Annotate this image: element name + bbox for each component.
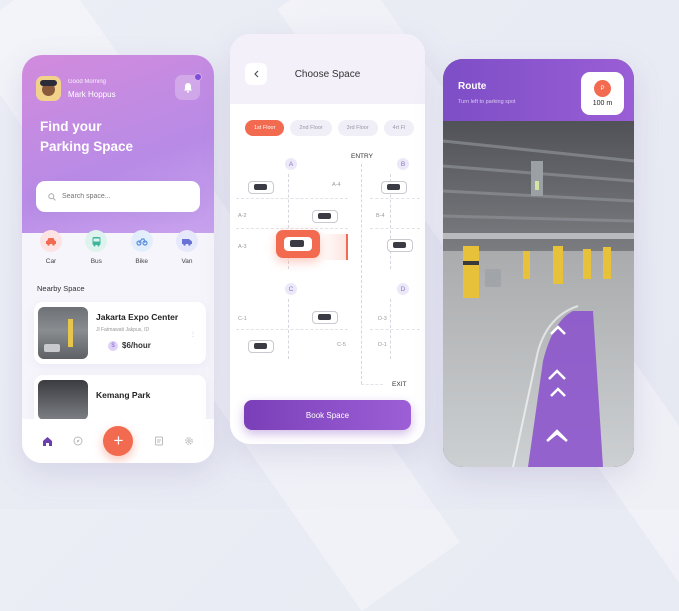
hero-title: Find your Parking Space <box>40 117 170 157</box>
category-list: Car Bus Bike Van <box>36 230 202 265</box>
arrow-up-icon <box>548 369 566 380</box>
category-van[interactable]: Van <box>172 230 202 265</box>
notification-dot <box>194 73 202 81</box>
avatar[interactable] <box>36 76 61 101</box>
floor-tabs: 1st Floor 2nd Floor 3rd Floor 4rt Fl <box>245 120 425 136</box>
category-label: Bike <box>135 258 148 265</box>
parked-car <box>312 311 338 324</box>
home-icon[interactable] <box>42 436 53 447</box>
tab-floor-4[interactable]: 4rt Fl <box>383 120 415 136</box>
place-address: Jl Fatmawati Jakpus, ID <box>96 327 150 333</box>
slot-label: C-1 <box>238 316 247 322</box>
parked-car <box>381 181 407 194</box>
place-name: Kemang Park <box>96 390 151 400</box>
slot-label: B-4 <box>376 213 385 219</box>
slot-divider <box>370 228 420 229</box>
price-icon: $ <box>108 341 118 351</box>
bus-icon <box>92 236 101 246</box>
category-bike[interactable]: Bike <box>127 230 157 265</box>
choose-space-screen: Choose Space 1st Floor 2nd Floor 3rd Flo… <box>230 34 425 444</box>
search-input[interactable] <box>62 193 182 200</box>
route-subtitle: Turn left to parking spot <box>458 99 516 105</box>
bottom-tab-bar: + <box>22 419 214 463</box>
car-icon <box>46 237 56 246</box>
slot-label: A-4 <box>332 182 341 188</box>
hero-line-1: Find your <box>40 119 102 134</box>
tab-floor-3[interactable]: 3rd Floor <box>337 120 378 136</box>
nearby-title: Nearby Space <box>37 284 85 293</box>
route-screen: Route Turn left to parking spot P 100 m <box>443 59 634 467</box>
category-label: Bus <box>90 258 102 265</box>
user-name: Mark Hoppus <box>68 90 116 99</box>
add-button[interactable]: + <box>103 426 134 456</box>
gear-icon[interactable] <box>184 436 194 446</box>
slot-label: D-1 <box>378 342 387 348</box>
route-line <box>361 164 362 384</box>
route-arrows <box>546 325 568 442</box>
entry-label: ENTRY <box>351 153 373 160</box>
page-title: Choose Space <box>294 69 361 80</box>
bell-icon <box>183 83 192 93</box>
distance-value: 100 m <box>592 100 613 107</box>
hero-line-2: Parking Space <box>40 139 134 154</box>
category-car[interactable]: Car <box>36 230 66 265</box>
more-icon[interactable]: ⋮ <box>190 331 196 338</box>
slot-divider <box>370 329 420 330</box>
tab-floor-1[interactable]: 1st Floor <box>245 120 285 136</box>
slot-label: D-3 <box>378 316 387 322</box>
greeting-text: Good Morning <box>68 79 107 85</box>
place-name: Jakarta Expo Center <box>96 312 179 322</box>
parking-icon: P <box>594 80 611 97</box>
route-header: Route Turn left to parking spot P 100 m <box>443 59 634 121</box>
parked-car <box>248 340 274 353</box>
van-icon <box>181 238 192 246</box>
receipt-icon[interactable] <box>154 436 164 446</box>
distance-badge: P 100 m <box>581 72 624 115</box>
section-label: A <box>285 158 297 170</box>
category-label: Car <box>45 258 57 265</box>
section-label: D <box>397 283 409 295</box>
parked-car <box>387 239 413 252</box>
book-space-button[interactable]: Book Space <box>244 400 411 430</box>
route-title: Route <box>458 81 487 92</box>
slot-divider <box>236 198 348 199</box>
category-label: Van <box>181 258 193 265</box>
slot-label: C-5 <box>337 342 346 348</box>
place-card[interactable]: Kemang Park <box>34 375 206 425</box>
arrow-up-icon <box>546 431 568 442</box>
bike-icon <box>136 237 148 246</box>
home-screen: Good Morning Mark Hoppus Find your Parki… <box>22 55 214 463</box>
compass-icon[interactable] <box>73 436 83 446</box>
place-card[interactable]: Jakarta Expo Center Jl Fatmawati Jakpus,… <box>34 302 206 364</box>
notification-button[interactable] <box>175 73 202 100</box>
route-line <box>361 384 383 385</box>
tab-floor-2[interactable]: 2nd Floor <box>290 120 332 136</box>
place-image <box>38 307 88 359</box>
parking-map: A B ENTRY EXIT A-4 A-2 A-3 B-4 C D C-1 C… <box>230 146 425 401</box>
place-price: $6/hour <box>122 341 151 350</box>
search-bar[interactable] <box>36 181 200 212</box>
slot-divider <box>370 198 420 199</box>
arrow-up-icon <box>550 325 566 335</box>
slot-divider <box>236 329 348 330</box>
parked-car <box>312 210 338 223</box>
slot-label: A-3 <box>238 244 247 250</box>
slot-label: A-2 <box>238 213 247 219</box>
exit-label: EXIT <box>392 381 407 388</box>
selected-slot-highlight <box>320 234 348 260</box>
slot-divider <box>236 228 348 229</box>
search-icon <box>48 192 56 201</box>
section-label: B <box>397 158 409 170</box>
parked-car <box>248 181 274 194</box>
section-label: C <box>285 283 297 295</box>
selected-slot[interactable] <box>276 230 320 258</box>
category-bus[interactable]: Bus <box>81 230 111 265</box>
place-image <box>38 380 88 420</box>
